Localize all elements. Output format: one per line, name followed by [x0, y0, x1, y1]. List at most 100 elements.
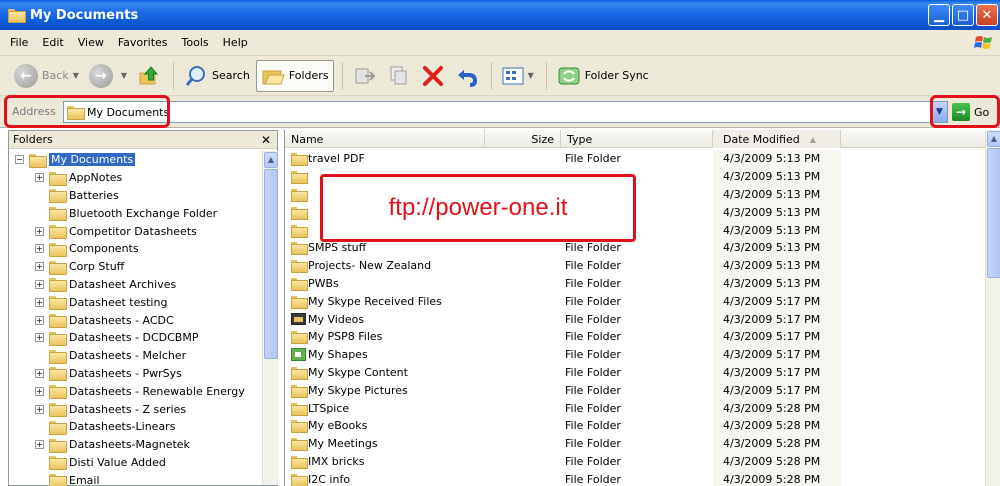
back-arrow-icon: ← — [14, 63, 38, 88]
tree-item[interactable]: Datasheets - Melcher — [9, 347, 263, 365]
menu-edit[interactable]: Edit — [42, 36, 63, 49]
back-label: Back — [42, 69, 69, 82]
file-row[interactable]: I2C info File Folder 4/3/2009 5:28 PM — [285, 470, 985, 486]
expand-icon[interactable]: + — [35, 226, 44, 236]
column-name[interactable]: Name — [285, 130, 485, 148]
tree-item[interactable]: Datasheets-Linears — [9, 418, 263, 436]
tree-item[interactable]: Bluetooth Exchange Folder — [9, 204, 263, 222]
views-button[interactable]: ▼ — [498, 60, 538, 92]
folders-label: Folders — [288, 69, 329, 82]
file-row[interactable]: My Shapes File Folder 4/3/2009 5:17 PM — [285, 345, 985, 364]
file-name: PWBs — [308, 276, 339, 290]
menu-help[interactable]: Help — [223, 36, 248, 49]
tree-item[interactable]: Batteries — [9, 187, 263, 205]
chevron-down-icon: ▼ — [120, 71, 128, 80]
tree-item[interactable]: + Competitor Datasheets — [9, 222, 263, 240]
expand-icon[interactable]: + — [35, 279, 44, 289]
folder-icon — [49, 296, 67, 311]
tree-item[interactable]: + AppNotes — [9, 169, 263, 187]
expand-icon[interactable]: + — [35, 368, 44, 378]
file-type: File Folder — [565, 437, 621, 451]
delete-button[interactable] — [417, 60, 449, 92]
back-button[interactable]: ← Back ▼ — [10, 60, 83, 92]
views-grid-icon — [502, 67, 524, 84]
tree-item[interactable]: + Datasheets - ACDC — [9, 311, 263, 329]
tree-item[interactable]: + Datasheets - Z series — [9, 400, 263, 418]
file-row[interactable]: My Skype Received Files File Folder 4/3/20… — [285, 292, 985, 311]
menu-file[interactable]: File — [10, 36, 28, 49]
file-name-cell: I2C info — [291, 470, 350, 486]
folders-scrollbar[interactable]: ▲ — [262, 151, 278, 485]
menu-view[interactable]: View — [78, 36, 104, 49]
expand-icon[interactable]: + — [35, 244, 44, 254]
tree-item[interactable]: + Components — [9, 240, 263, 258]
close-button[interactable]: ✕ — [976, 4, 998, 26]
file-name: Projects- New Zealand — [308, 259, 432, 273]
scrollbar-thumb[interactable] — [987, 148, 1000, 278]
expand-icon[interactable]: + — [35, 386, 44, 396]
window-title: My Documents — [30, 7, 139, 23]
close-pane-icon[interactable]: ✕ — [261, 133, 271, 147]
title-bar[interactable]: My Documents ▁ □ ✕ — [0, 0, 1000, 30]
file-row[interactable]: My PSP8 Files File Folder 4/3/2009 5:17 PM — [285, 328, 985, 346]
tree-root-item[interactable]: − My Documents — [9, 151, 263, 169]
tree-item[interactable]: Disti Value Added — [9, 454, 263, 472]
tree-item[interactable]: + Datasheets - Renewable Energy — [9, 382, 263, 400]
folder-icon — [49, 438, 67, 453]
expand-icon[interactable]: + — [35, 173, 44, 183]
file-row[interactable]: My Meetings File Folder 4/3/2009 5:28 PM — [285, 434, 985, 453]
address-input[interactable]: My Documents — [63, 101, 931, 123]
scrollbar-thumb[interactable] — [264, 169, 278, 359]
file-type: File Folder — [565, 365, 621, 379]
expand-icon[interactable]: + — [35, 315, 44, 325]
tree-item[interactable]: Email — [9, 471, 263, 486]
forward-button[interactable]: → ▼ — [85, 60, 131, 92]
file-row[interactable]: My Skype Content File Folder 4/3/2009 5:17… — [285, 363, 985, 382]
file-row[interactable]: Projects- New Zealand File Folder 4/3/2009… — [285, 256, 985, 275]
scroll-up-icon[interactable]: ▲ — [987, 131, 1000, 147]
file-row[interactable]: IMX bricks File Folder 4/3/2009 5:28 PM — [285, 452, 985, 471]
up-folder-button[interactable] — [133, 60, 165, 92]
expand-icon[interactable]: + — [35, 440, 44, 450]
folder-icon — [49, 278, 67, 293]
tree-item[interactable]: + Datasheets-Magnetek — [9, 436, 263, 454]
column-type[interactable]: Type — [561, 130, 713, 148]
tree-item[interactable]: + Datasheet Archives — [9, 276, 263, 294]
file-type: File Folder — [565, 312, 621, 326]
menu-tools[interactable]: Tools — [182, 36, 209, 49]
tree-item[interactable]: + Datasheets - PwrSys — [9, 365, 263, 383]
menu-favorites[interactable]: Favorites — [118, 36, 168, 49]
file-row[interactable]: My Skype Pictures File Folder 4/3/2009 5:1… — [285, 381, 985, 400]
file-row[interactable]: LTSpice File Folder 4/3/2009 5:28 PM — [285, 399, 985, 417]
file-name-cell: My eBooks — [291, 417, 367, 435]
move-to-button[interactable] — [349, 60, 381, 92]
expand-icon[interactable]: + — [35, 404, 44, 414]
expand-icon[interactable]: + — [35, 297, 44, 307]
expand-icon[interactable]: + — [35, 333, 44, 343]
undo-button[interactable] — [451, 60, 483, 92]
search-button[interactable]: Search — [180, 60, 254, 92]
file-row[interactable]: My Videos File Folder 4/3/2009 5:17 PM — [285, 310, 985, 328]
scroll-up-icon[interactable]: ▲ — [264, 152, 278, 168]
tree-item[interactable]: + Corp Stuff — [9, 258, 263, 276]
move-to-icon — [355, 68, 375, 83]
file-row[interactable]: travel PDF File Folder 4/3/2009 5:13 PM — [285, 150, 985, 168]
tree-item[interactable]: + Datasheets - DCDCBMP — [9, 329, 263, 347]
files-scrollbar[interactable]: ▲ — [985, 130, 1000, 486]
collapse-icon[interactable]: − — [15, 155, 24, 165]
folder-sync-label: Folder Sync — [584, 69, 649, 82]
folder-sync-button[interactable]: Folder Sync — [553, 60, 653, 92]
go-highlight — [930, 95, 1000, 128]
minimize-button[interactable]: ▁ — [928, 4, 950, 26]
copy-to-button[interactable] — [383, 60, 415, 92]
file-date-modified: 4/3/2009 5:28 PM — [713, 417, 841, 435]
file-row[interactable]: PWBs File Folder 4/3/2009 5:13 PM — [285, 274, 985, 293]
folders-button[interactable]: Folders — [255, 59, 334, 92]
column-date-modified[interactable]: Date Modified ▲ — [713, 130, 841, 148]
tree-item[interactable]: + Datasheet testing — [9, 293, 263, 311]
file-row[interactable]: My eBooks File Folder 4/3/2009 5:28 PM — [285, 417, 985, 435]
tree-item-label: Batteries — [69, 188, 119, 202]
column-size[interactable]: Size — [485, 130, 561, 148]
expand-icon[interactable]: + — [35, 262, 44, 272]
maximize-button[interactable]: □ — [952, 4, 974, 26]
